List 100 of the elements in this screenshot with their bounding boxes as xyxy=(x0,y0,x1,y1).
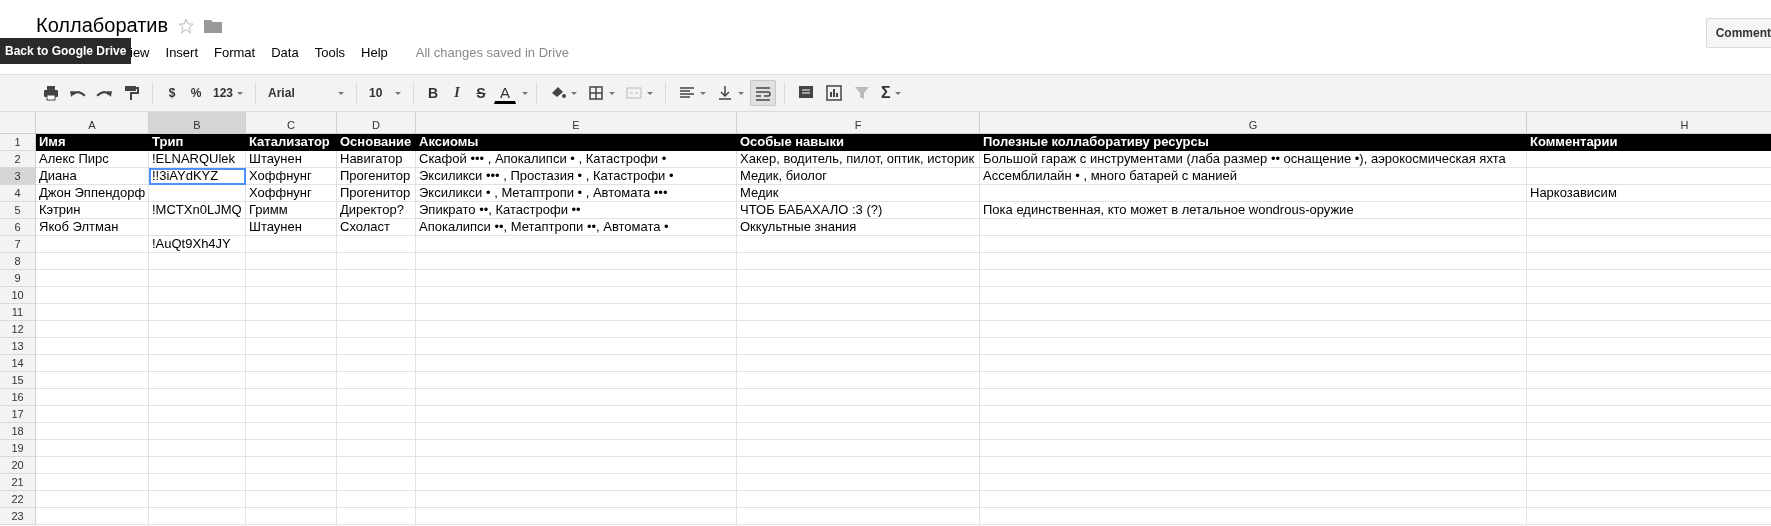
row-number[interactable]: 21 xyxy=(0,474,36,491)
table-cell: Диана xyxy=(36,168,149,185)
table-cell: Медик, биолог xyxy=(737,168,980,185)
table-cell: Ассемблилайн • , много батарей с манией xyxy=(980,168,1527,185)
column-header[interactable]: F xyxy=(737,112,980,134)
table-cell: Хоффнунг xyxy=(246,168,337,185)
table-cell: !!3iAYdKYZ xyxy=(149,168,246,185)
column-title: Особые навыки xyxy=(737,134,980,151)
row-number[interactable]: 23 xyxy=(0,508,36,525)
table-cell: ЧТОБ БАБАХАЛО :3 (?) xyxy=(737,202,980,219)
row-number[interactable]: 5 xyxy=(0,202,36,219)
row-number[interactable]: 15 xyxy=(0,372,36,389)
table-cell: Скафой ••• , Апокалипси • , Катастрофи • xyxy=(416,151,737,168)
row-number[interactable]: 4 xyxy=(0,185,36,202)
tooltip: Back to Google Drive xyxy=(0,38,132,64)
text-color-button[interactable]: A xyxy=(494,82,517,104)
row-number[interactable]: 22 xyxy=(0,491,36,508)
menu-item[interactable]: Data xyxy=(263,43,307,62)
table-cell: !MCTXn0LJMQ xyxy=(149,202,246,219)
star-icon[interactable] xyxy=(178,17,195,34)
column-header[interactable]: B xyxy=(149,112,246,134)
column-title: Комментарии xyxy=(1527,134,1771,151)
table-cell: Навигатор xyxy=(337,151,416,168)
italic-button[interactable]: I xyxy=(446,80,469,106)
row-number[interactable]: 8 xyxy=(0,253,36,270)
table-cell: Эксиликси ••• , Простазия • , Катастрофи • xyxy=(416,168,737,185)
column-header[interactable]: A xyxy=(36,112,149,134)
redo-icon xyxy=(96,89,112,97)
row-number[interactable]: 11 xyxy=(0,304,36,321)
menu-item[interactable]: Help xyxy=(353,43,396,62)
column-header[interactable]: D xyxy=(337,112,416,134)
column-header[interactable]: G xyxy=(980,112,1527,134)
row-number[interactable]: 6 xyxy=(0,219,36,236)
row-number[interactable]: 14 xyxy=(0,355,36,372)
column-title: Полезные коллаборативу ресурсы xyxy=(980,134,1527,151)
strikethrough-button[interactable]: S xyxy=(470,80,493,106)
column-header[interactable]: E xyxy=(416,112,737,134)
table-cell: Алекс Пирс xyxy=(36,151,149,168)
table-cell: Апокалипси ••, Метаптропи ••, Автомата • xyxy=(416,219,737,236)
percent-button[interactable]: % xyxy=(185,80,207,106)
number-format-button[interactable]: 123 xyxy=(209,80,248,106)
bold-button[interactable]: B xyxy=(422,80,445,106)
column-title: Имя xyxy=(36,134,149,151)
column-title: Основание xyxy=(337,134,416,151)
borders-icon xyxy=(587,84,606,102)
folder-icon[interactable] xyxy=(204,18,223,33)
undo-icon xyxy=(70,89,86,97)
table-cell: Эпикрато ••, Катастрофи •• xyxy=(416,202,737,219)
table-cell: !AuQt9Xh4JY xyxy=(149,236,246,253)
font-size-dropdown[interactable]: 10 xyxy=(365,80,406,106)
row-number[interactable]: 2 xyxy=(0,151,36,168)
row-number[interactable]: 10 xyxy=(0,287,36,304)
table-cell: Джон Эппендорф xyxy=(36,185,149,202)
table-cell: Штаунен xyxy=(246,219,337,236)
table-cell: Хоффнунг xyxy=(246,185,337,202)
row-number[interactable]: 18 xyxy=(0,423,36,440)
functions-button[interactable]: Σ xyxy=(877,80,905,106)
table-cell: Хакер, водитель, пилот, оптик, историк xyxy=(737,151,980,168)
table-cell: Гримм xyxy=(246,202,337,219)
row-number[interactable]: 3 xyxy=(0,168,36,185)
table-cell: Кэтрин xyxy=(36,202,149,219)
table-cell: Пока единственная, кто может в летальное wondrous-оружие xyxy=(980,202,1527,219)
row-number[interactable]: 12 xyxy=(0,321,36,338)
merge-cells-icon xyxy=(625,84,644,102)
table-cell: Большой гараж с инструментами (лаба размер •• оснащение •), аэрокосмическая яхта xyxy=(980,151,1527,168)
table-cell: Штаунен xyxy=(246,151,337,168)
paint-roller-icon xyxy=(122,84,140,102)
table-cell: Прогенитор xyxy=(337,168,416,185)
column-title: Трип xyxy=(149,134,246,151)
column-header[interactable]: H xyxy=(1527,112,1771,134)
row-number[interactable]: 7 xyxy=(0,236,36,253)
table-cell: Якоб Элтман xyxy=(36,219,149,236)
table-cell: Схоласт xyxy=(337,219,416,236)
column-title: Катализатор xyxy=(246,134,337,151)
document-title[interactable]: Коллаборатив xyxy=(36,14,169,37)
row-number[interactable]: 13 xyxy=(0,338,36,355)
column-header[interactable]: C xyxy=(246,112,337,134)
wrap-text-button[interactable] xyxy=(750,80,777,106)
row-number[interactable]: 17 xyxy=(0,406,36,423)
table-cell: Оккультные знания xyxy=(737,219,980,236)
row-number[interactable]: 19 xyxy=(0,440,36,457)
row-number[interactable]: 9 xyxy=(0,270,36,287)
row-number[interactable]: 20 xyxy=(0,457,36,474)
table-cell: Эксиликси • , Метаптропи • , Автомата ••• xyxy=(416,185,737,202)
table-cell: Директор? xyxy=(337,202,416,219)
menu-item[interactable]: Tools xyxy=(306,43,354,62)
wrap-text-icon xyxy=(754,84,773,102)
comments-button[interactable]: Comment xyxy=(1705,18,1771,48)
table-cell: Медик xyxy=(737,185,980,202)
menu-item[interactable]: Format xyxy=(206,43,264,62)
table-cell: Прогенитор xyxy=(337,185,416,202)
row-number[interactable]: 1 xyxy=(0,134,36,151)
save-status: All changes saved in Drive xyxy=(415,45,569,60)
menu-item[interactable]: Insert xyxy=(157,43,207,62)
table-cell: !ELNARQUlek xyxy=(149,151,246,168)
row-number[interactable]: 16 xyxy=(0,389,36,406)
font-dropdown[interactable]: Arial xyxy=(264,80,349,106)
currency-button[interactable]: $ xyxy=(161,80,183,106)
chart-icon xyxy=(825,84,844,102)
table-cell: Наркозависим xyxy=(1527,185,1771,202)
